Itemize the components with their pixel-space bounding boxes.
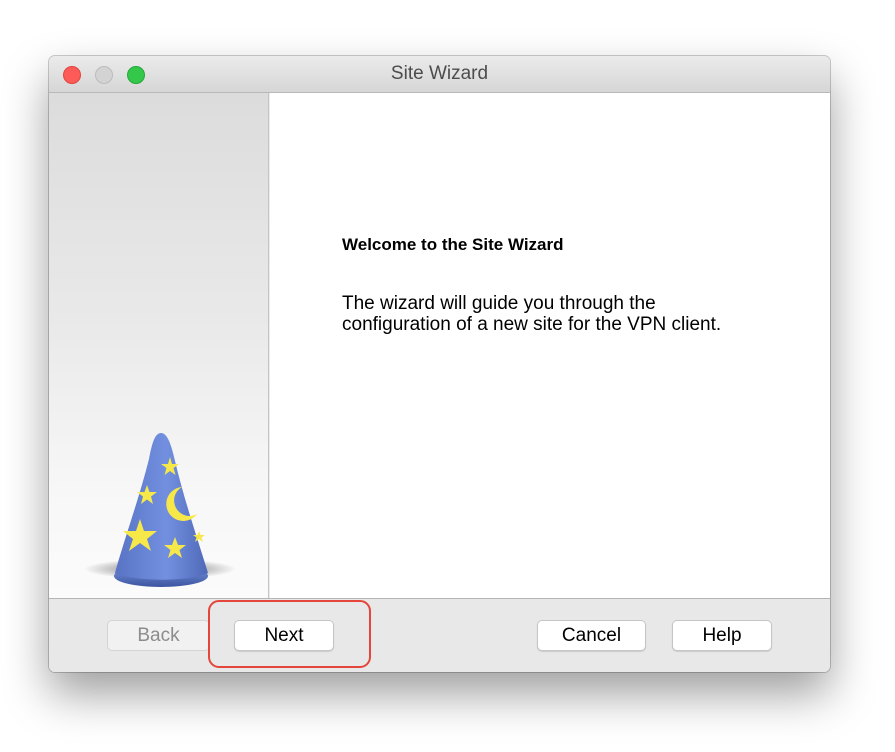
wizard-content: Welcome to the Site Wizard The wizard wi… [270, 93, 830, 598]
help-button[interactable]: Help [672, 620, 772, 651]
cancel-button[interactable]: Cancel [537, 620, 646, 651]
window-title: Site Wizard [390, 63, 489, 84]
wizard-hat-icon [114, 433, 208, 587]
title-bar[interactable]: Site Wizard [49, 56, 830, 93]
button-bar: Back Next Cancel Help [49, 598, 830, 672]
next-button[interactable]: Next [234, 620, 334, 651]
site-wizard-window: Site Wizard Welcome to the Site Wizard T… [49, 56, 830, 672]
description-line-2: configuration of a new site for the VPN … [342, 314, 722, 335]
welcome-heading: Welcome to the Site Wizard [342, 235, 564, 254]
wizard-description: The wizard will guide you through the co… [342, 293, 802, 335]
wizard-side-panel [49, 93, 269, 598]
description-line-1: The wizard will guide you through the [342, 293, 656, 314]
back-button[interactable]: Back [107, 620, 210, 651]
